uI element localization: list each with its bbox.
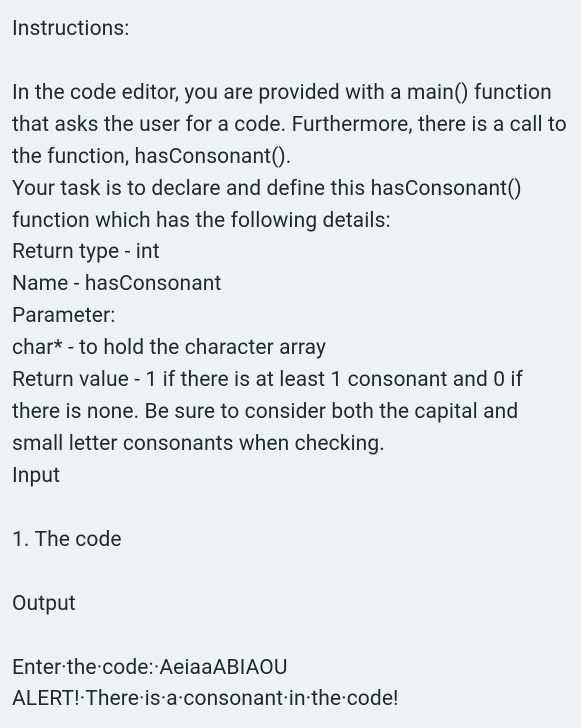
detail-parameter-label: Parameter:	[12, 301, 569, 333]
instructions-document: Instructions: In the code editor, you ar…	[0, 0, 581, 716]
output-line-2: ALERT!·There·is·a·consonant·in·the·code!	[12, 684, 569, 716]
output-line-1: Enter·the·code:·AeiaaABIAOU	[12, 653, 569, 685]
instructions-body: In the code editor, you are provided wit…	[12, 78, 569, 716]
input-item: 1. The code	[12, 525, 569, 557]
detail-name: Name - hasConsonant	[12, 269, 569, 301]
intro-paragraph-2: Your task is to declare and define this …	[12, 174, 569, 238]
detail-parameter-desc: char* - to hold the character array	[12, 333, 569, 365]
detail-return-type: Return type - int	[12, 237, 569, 269]
intro-paragraph-1: In the code editor, you are provided wit…	[12, 78, 569, 174]
detail-return-value: Return value - 1 if there is at least 1 …	[12, 365, 569, 461]
output-heading: Output	[12, 589, 569, 621]
instructions-heading: Instructions:	[12, 14, 569, 46]
input-heading: Input	[12, 461, 569, 493]
